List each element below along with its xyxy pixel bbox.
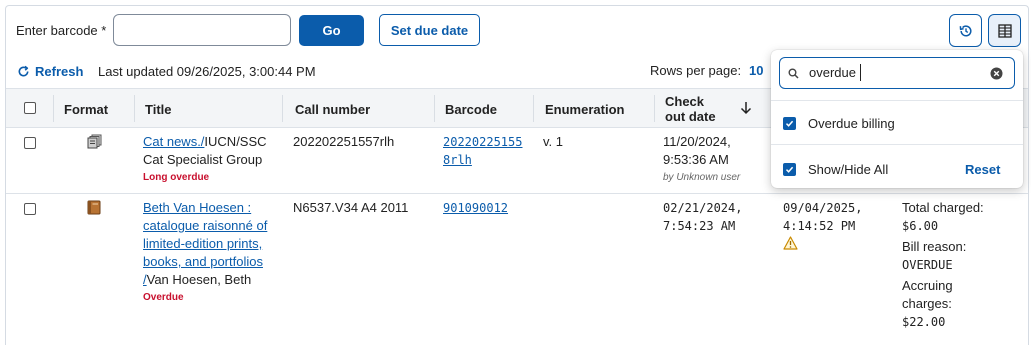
- checkout-date-cell: 11/20/2024, 9:53:36 AM by Unknown user: [663, 133, 740, 187]
- sort-descending-icon[interactable]: [740, 101, 752, 115]
- popup-divider: [771, 144, 1023, 145]
- reset-button[interactable]: Reset: [965, 162, 1000, 177]
- option-label: Overdue billing: [808, 116, 895, 131]
- reset-columns-button[interactable]: [949, 14, 982, 47]
- last-updated-text: Last updated 09/26/2025, 3:00:44 PM: [98, 64, 316, 79]
- column-header-format[interactable]: Format: [64, 102, 108, 117]
- search-icon: [788, 68, 799, 79]
- fines-cell: Total charged: $6.00 Bill reason: OVERDU…: [902, 200, 984, 329]
- status-badge: Long overdue: [143, 172, 210, 183]
- select-all-checkbox[interactable]: [24, 102, 36, 114]
- column-header-title[interactable]: Title: [145, 102, 172, 117]
- title-link[interactable]: Beth Van Hoesen : catalogue raisonné of …: [143, 199, 283, 271]
- checkbox-checked[interactable]: [783, 163, 796, 176]
- column-picker-button[interactable]: [988, 14, 1021, 47]
- column-divider: [134, 95, 135, 122]
- status-badge: Overdue: [143, 292, 184, 303]
- refresh-button[interactable]: Refresh: [17, 64, 83, 79]
- title-cell: Beth Van Hoesen : catalogue raisonné of …: [143, 199, 283, 307]
- column-header-checkout-date[interactable]: Check out date: [665, 94, 716, 124]
- barcode-label: Enter barcode *: [16, 23, 107, 38]
- go-button[interactable]: Go: [299, 15, 364, 46]
- call-number-cell: N6537.V34 A4 2011: [293, 200, 409, 215]
- column-search-value: overdue: [809, 65, 856, 80]
- column-divider: [53, 95, 54, 122]
- enumeration-cell: v. 1: [543, 134, 563, 149]
- set-due-date-button[interactable]: Set due date: [379, 14, 480, 46]
- author-text: Cat Specialist Group: [143, 152, 263, 167]
- due-date-cell: 09/04/2025, 4:14:52 PM: [783, 199, 862, 255]
- checkbox-checked[interactable]: [783, 117, 796, 130]
- column-divider: [282, 95, 283, 122]
- row-checkbox[interactable]: [24, 137, 36, 149]
- show-hide-all-option[interactable]: Show/Hide All Reset: [771, 154, 1023, 184]
- checkout-table-panel: Enter barcode * Go Set due date Refresh …: [5, 5, 1029, 345]
- history-icon: [959, 24, 971, 37]
- show-hide-all-label: Show/Hide All: [808, 162, 889, 177]
- barcode-input[interactable]: [113, 14, 291, 46]
- text-cursor: [860, 64, 861, 81]
- barcode-link[interactable]: 20220225155 8rlh: [443, 133, 522, 169]
- column-picker-popup: overdue Overdue billing Show/Hide All Re…: [771, 50, 1023, 188]
- column-divider: [434, 95, 435, 122]
- popup-divider: [771, 100, 1023, 101]
- barcode-link[interactable]: 901090012: [443, 199, 508, 217]
- column-header-call-number[interactable]: Call number: [295, 102, 370, 117]
- column-header-barcode[interactable]: Barcode: [445, 102, 497, 117]
- author-text: Van Hoesen, Beth: [146, 272, 252, 287]
- row-checkbox[interactable]: [24, 203, 36, 215]
- column-header-enumeration[interactable]: Enumeration: [545, 102, 624, 117]
- book-icon: [87, 200, 101, 215]
- toolbar: Enter barcode * Go Set due date: [6, 6, 1028, 56]
- title-cell: Cat news./IUCN/SSC Cat Specialist Group …: [143, 133, 281, 187]
- column-search-input[interactable]: overdue: [779, 57, 1015, 89]
- column-option-overdue-billing[interactable]: Overdue billing: [771, 108, 1023, 138]
- checkout-by-text: by Unknown user: [663, 172, 741, 183]
- call-number-cell: 202202251557rlh: [293, 134, 395, 149]
- column-divider: [654, 95, 655, 122]
- rows-per-page-label: Rows per page:: [650, 63, 742, 78]
- table-row: Beth Van Hoesen : catalogue raisonné of …: [6, 194, 1028, 354]
- column-divider: [533, 95, 534, 122]
- refresh-label: Refresh: [35, 64, 84, 79]
- warning-icon: [783, 236, 798, 250]
- columns-icon: [997, 23, 1012, 38]
- title-link[interactable]: Cat news./: [143, 134, 204, 149]
- clear-icon[interactable]: [990, 67, 1003, 80]
- rows-per-page-select[interactable]: 10: [749, 63, 763, 78]
- required-mark: *: [101, 23, 107, 38]
- checkout-date-cell: 02/21/2024, 7:54:23 AM: [663, 201, 743, 233]
- refresh-icon: [18, 65, 29, 77]
- serial-icon: [87, 134, 102, 149]
